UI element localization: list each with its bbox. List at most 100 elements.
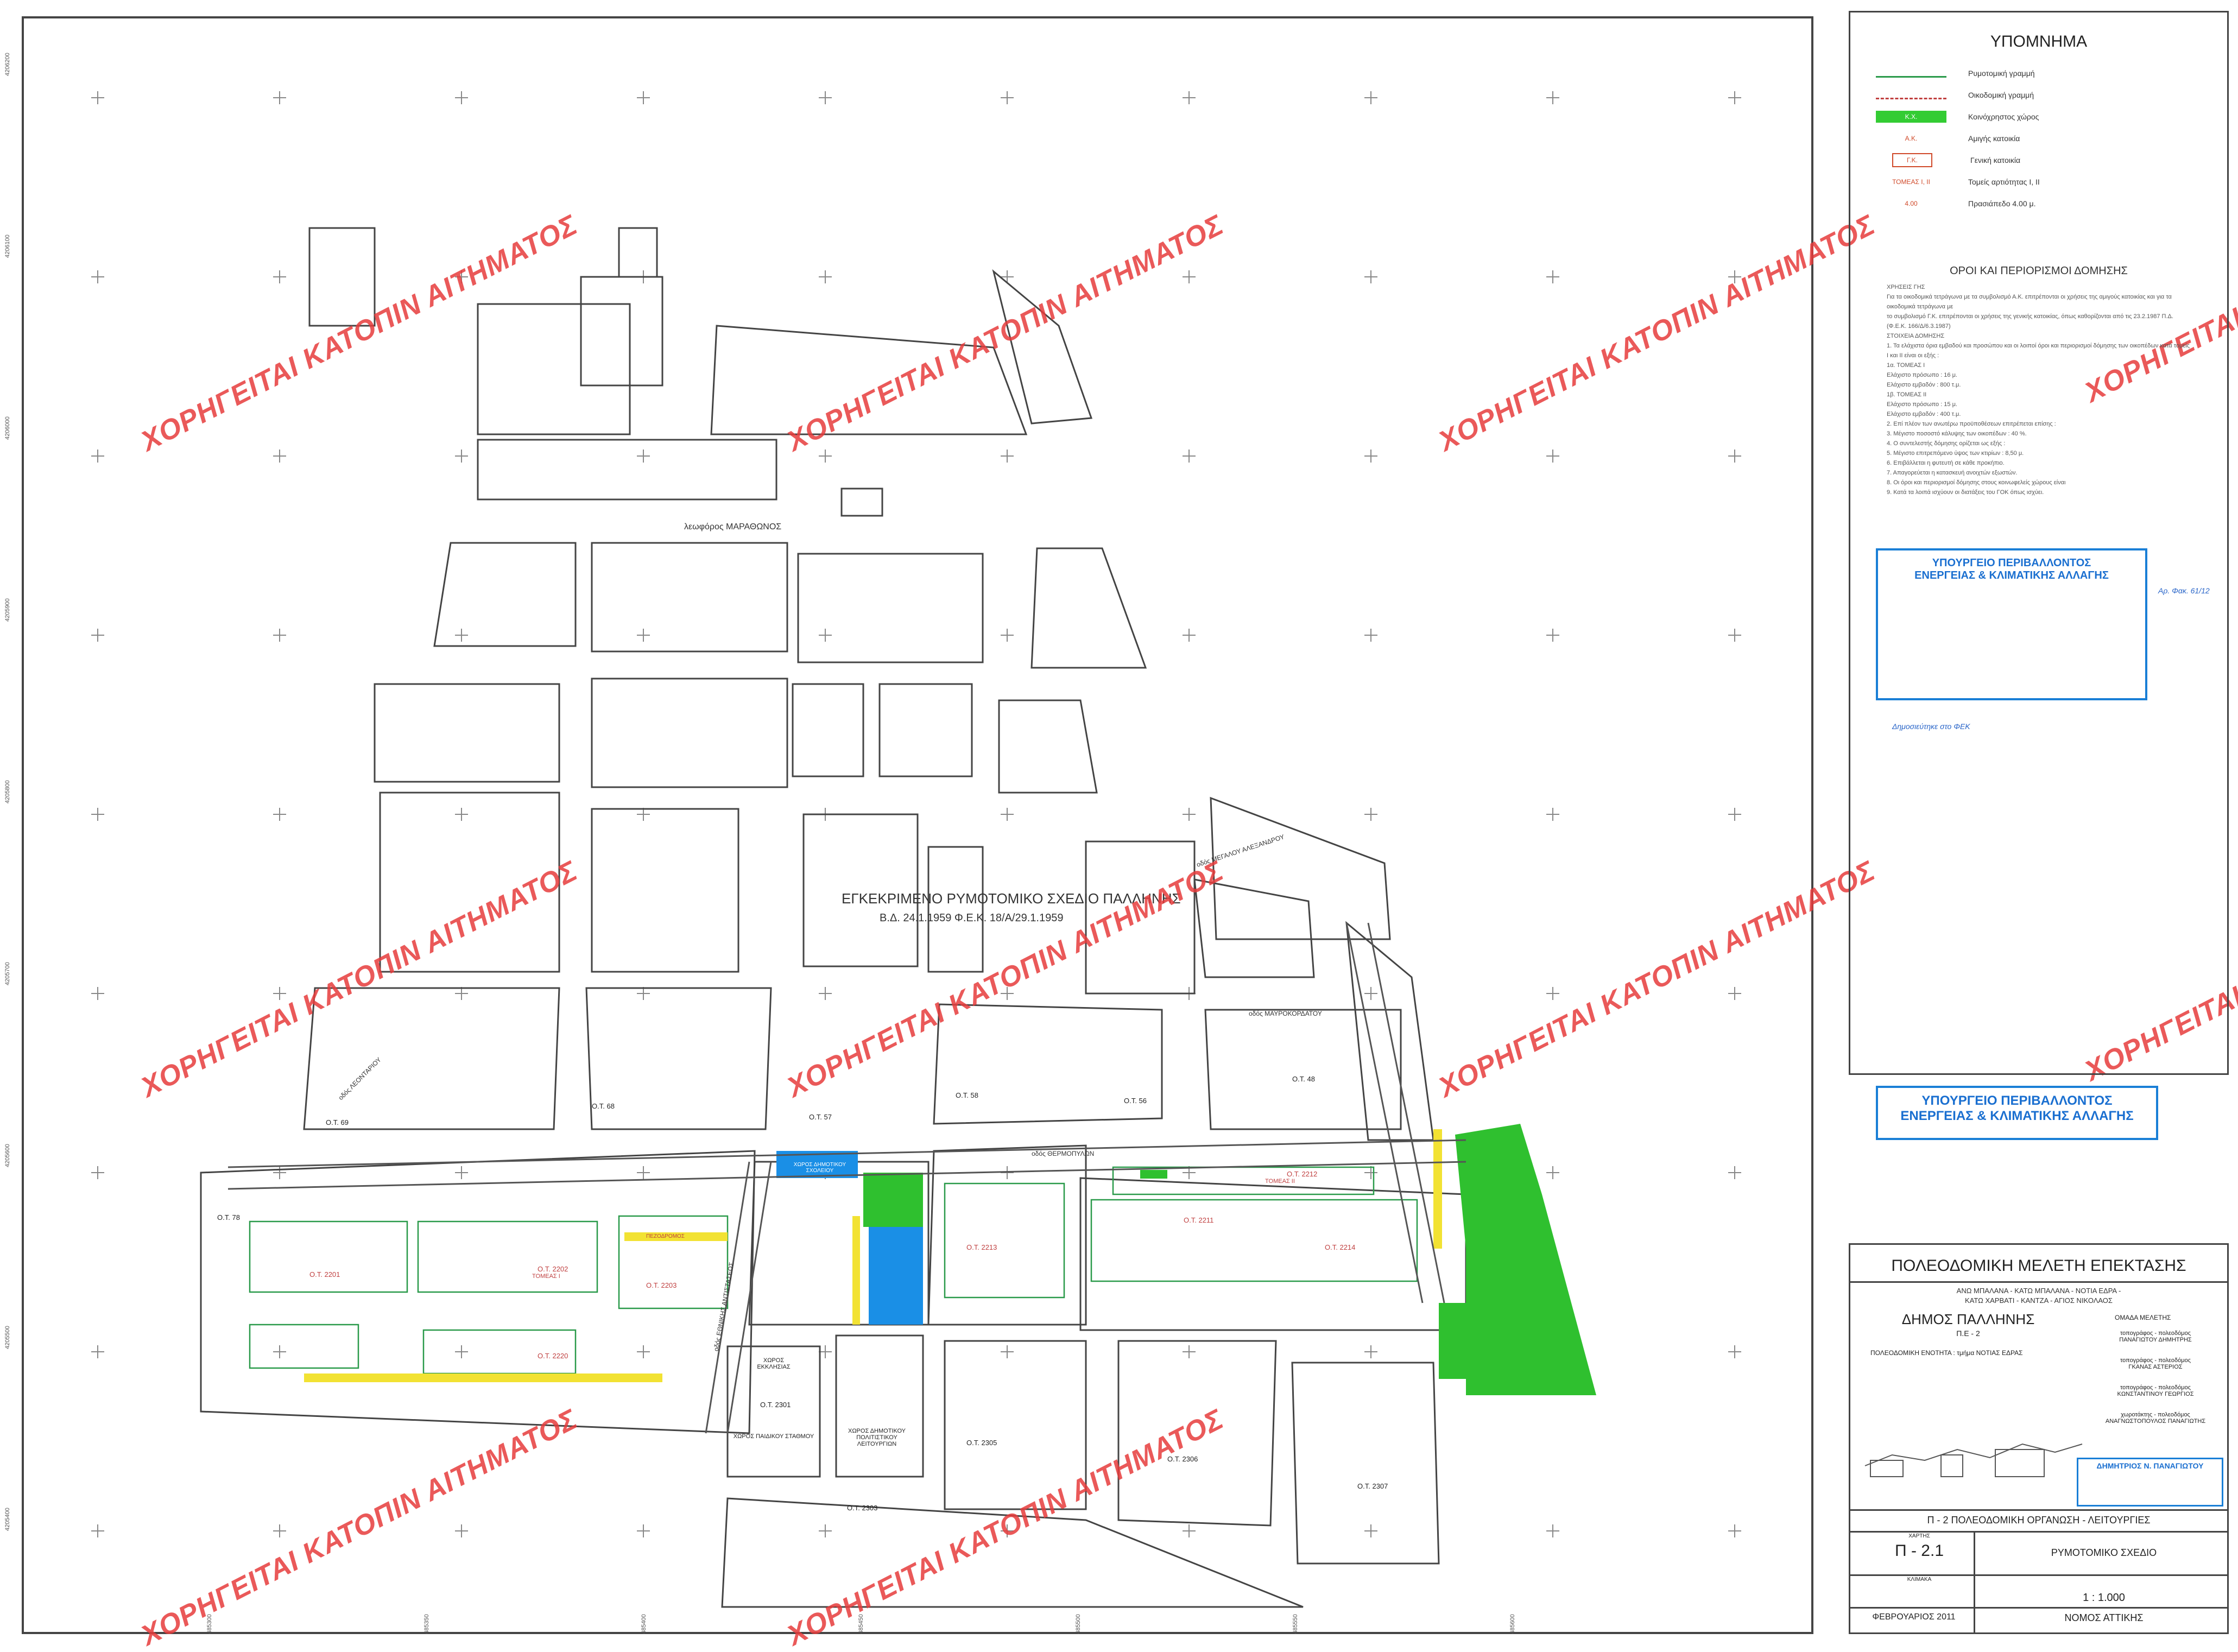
terms-line: Ελάχιστο εμβαδόν : 800 τ.μ. [1887, 382, 1961, 388]
legend-label: Οικοδομική γραμμή [1968, 91, 2034, 99]
legend-item: Γ.Κ. Γενική κατοικία [1876, 152, 2020, 168]
team-member: χωροτάκτης - πολεοδόμος ΑΝΑΓΝΩΣΤΟΠΟΥΛΟΣ Π… [2088, 1412, 2223, 1425]
legend-label: Κοινόχρηστος χώρος [1968, 112, 2039, 121]
divider [1849, 1509, 2229, 1511]
divider [1849, 1531, 2229, 1533]
team-name: ΠΑΝΑΓΙΩΤΟΥ ΔΗΜΗΤΡΗΣ [2119, 1337, 2192, 1343]
pedestrian-label: ΠΕΖΟΔΡΟΜΟΣ [646, 1233, 685, 1239]
urban-unit: ΠΟΛΕΟΔΟΜΙΚΗ ΕΝΟΤΗΤΑ : τμήμα ΝΟΤΙΑΣ ΕΔΡΑΣ [1870, 1349, 2023, 1357]
coordinate-label: 4205600 [4, 1144, 11, 1167]
coordinate-label: 485400 [641, 1614, 647, 1634]
fek-note: Δημοσιεύτηκε στο ΦΕΚ [1892, 722, 1970, 731]
block-label: Ο.Τ. 2307 [1357, 1482, 1388, 1490]
coordinate-label: 485500 [1075, 1614, 1082, 1634]
avenue-label: λεωφόρος ΜΑΡΑΘΩΝΟΣ [684, 522, 782, 531]
terms-text: ΧΡΗΣΕΙΣ ΓΗΣ Για τα οικοδομικά τετράγωνα μ… [1887, 282, 2191, 497]
team-name: ΑΝΑΓΝΩΣΤΟΠΟΥΛΟΣ ΠΑΝΑΓΙΩΤΗΣ [2105, 1418, 2206, 1425]
block-label: Ο.Τ. 68 [592, 1102, 615, 1110]
side-panel: ΥΠΟΜΝΗΜΑ Ρυμοτομική γραμμή Οικοδομική γρα… [1849, 11, 2229, 1634]
terms-title: ΟΡΟΙ ΚΑΙ ΠΕΡΙΟΡΙΣΜΟΙ ΔΟΜΗΣΗΣ [1950, 265, 2128, 277]
place-label: ΧΩΡΟΣ ΕΚΚΛΗΣΙΑΣ [757, 1357, 791, 1370]
terms-line: 6. Επιβάλλεται η φυτευτή σε κάθε προκήπι… [1887, 460, 2005, 466]
stamp-ministry: ΥΠΟΥΡΓΕΙΟ ΠΕΡΙΒΑΛΛΟΝΤΟΣ [1921, 1093, 2113, 1108]
legend-label: Αμιγής κατοικία [1968, 134, 2020, 143]
legend-label: Τομείς αρτιότητας I, II [1968, 178, 2040, 186]
block-label: Ο.Τ. 2212 [1287, 1170, 1318, 1178]
team-role: τοπογράφος - πολεοδόμος [2120, 1384, 2191, 1391]
place-label: ΧΩΡΟΣ ΔΗΜΟΤΙΚΟΥ ΣΧΟΛΕΙΟΥ [793, 1162, 846, 1174]
engineer-stamp: ΔΗΜΗΤΡΙΟΣ Ν. ΠΑΝΑΓΙΩΤΟΥ [2077, 1458, 2223, 1507]
terms-line: το συμβολισμό Γ.Κ. επιτρέπονται οι χρήσε… [1887, 313, 2173, 330]
terms-line: ΧΡΗΣΕΙΣ ΓΗΣ [1887, 284, 1925, 290]
green-area-west [863, 1173, 923, 1227]
place-label: ΧΩΡΟΣ ΠΑΙΔΙΚΟΥ ΣΤΑΘΜΟΥ [733, 1433, 814, 1440]
zone-label: ΤΟΜΕΑΣ I [532, 1273, 560, 1280]
green-area-corner [1439, 1303, 1466, 1379]
legend-label: Πρασιάπεδο 4.00 μ. [1968, 199, 2036, 208]
divider [1849, 1607, 2229, 1609]
street-label: οδός ΜΑΥΡΟΚΟΡΔΑΤΟΥ [1249, 1010, 1322, 1017]
area-line-1: ΑΝΩ ΜΠΑΛΑΝΑ - ΚΑΤΩ ΜΠΑΛΑΝΑ - ΝΟΤΙΑ ΕΔΡΑ … [1956, 1287, 2121, 1295]
legend-symbol: ΤΟΜΕΑΣ I, II [1892, 178, 1930, 186]
team-role: τοπογράφος - πολεοδόμος [2120, 1330, 2191, 1337]
divider [1849, 1281, 2229, 1283]
map-no-label: ΧΑΡΤΗΣ [1908, 1533, 1930, 1539]
legend-box [1849, 11, 2229, 1075]
legend-item: Α.Κ. Αμιγής κατοικία [1876, 130, 2020, 147]
map-sheet: ΕΓΚΕΚΡΙΜΕΝΟ ΡΥΜΟΤΟΜΙΚΟ ΣΧΕΔΙΟ ΠΑΛΛΗΝΗΣ Β… [0, 0, 2238, 1652]
block-label: Ο.Τ. 2211 [1184, 1216, 1214, 1224]
special-areas [304, 1124, 1596, 1395]
map-drawing [91, 91, 1741, 1608]
coordinate-label: 4205400 [4, 1508, 11, 1531]
coordinate-label: 485550 [1292, 1614, 1299, 1634]
block-label: Ο.Τ. 2213 [966, 1243, 997, 1251]
legend-item: Ρυμοτομική γραμμή [1876, 65, 2035, 81]
block-label: Ο.Τ. 56 [1124, 1097, 1147, 1105]
legend-symbol: Γ.Κ. [1892, 153, 1932, 167]
terms-line: Ελάχιστο πρόσωπο : 16 μ. [1887, 372, 1957, 378]
legend-item: Κ.Χ. Κοινόχρηστος χώρος [1876, 109, 2039, 125]
map-title: ΡΥΜΟΤΟΜΙΚΟ ΣΧΕΔΙΟ [2051, 1547, 2157, 1558]
building-lines [249, 1166, 1418, 1375]
team-member: τοπογράφος - πολεοδόμος ΓΚΑΝΑΣ ΑΣΤΕΡΙΟΣ [2088, 1357, 2223, 1370]
green-strip [1140, 1170, 1167, 1179]
legend-symbol [1876, 91, 1946, 99]
team-name: ΓΚΑΝΑΣ ΑΣΤΕΡΙΟΣ [2128, 1364, 2183, 1370]
terms-line: Για τα οικοδομικά τετράγωνα με τα συμβολ… [1887, 294, 2172, 310]
building-terms: ΟΡΟΙ ΚΑΙ ΠΕΡΙΟΡΙΣΜΟΙ ΔΟΜΗΣΗΣ ΧΡΗΣΕΙΣ ΓΗΣ… [1887, 265, 2191, 497]
prefecture: ΝΟΜΟΣ ΑΤΤΙΚΗΣ [2064, 1612, 2144, 1623]
divider [1974, 1531, 1975, 1634]
team-role: χωροτάκτης - πολεοδόμος [2121, 1412, 2190, 1418]
date: ΦΕΒΡΟΥΑΡΙΟΣ 2011 [1872, 1612, 1956, 1622]
team-title: ΟΜΑΔΑ ΜΕΛΕΤΗΣ [2115, 1314, 2171, 1321]
scale: 1 : 1.000 [2083, 1592, 2125, 1604]
legend-label: Γενική κατοικία [1970, 156, 2021, 164]
ministry-stamp: ΥΠΟΥΡΓΕΙΟ ΠΕΡΙΒΑΛΛΟΝΤΟΣ ΕΝΕΡΓΕΙΑΣ & ΚΛΙΜ… [1876, 1086, 2158, 1140]
project-title: ΠΟΛΕΟΔΟΜΙΚΗ ΜΕΛΕΤΗ ΕΠΕΚΤΑΣΗΣ [1891, 1257, 2186, 1275]
yellow-strip-3 [852, 1216, 860, 1325]
legend-item: 4.00 Πρασιάπεδο 4.00 μ. [1876, 195, 2035, 212]
approval-stamp: ΥΠΟΥΡΓΕΙΟ ΠΕΡΙΒΑΛΛΟΝΤΟΣ ΕΝΕΡΓΕΙΑΣ & ΚΛΙΜ… [1876, 548, 2147, 700]
municipality: ΔΗΜΟΣ ΠΑΛΛΗΝΗΣ [1901, 1311, 2035, 1327]
coordinate-label: 4205700 [4, 962, 11, 985]
block-label: Ο.Τ. 2214 [1325, 1243, 1356, 1251]
team-role: τοπογράφος - πολεοδόμος [2120, 1357, 2191, 1364]
terms-line: 1. Τα ελάχιστα όρια εμβαδού και προσώπου… [1887, 343, 2190, 359]
location-sketch [1864, 1443, 2083, 1477]
divider [1849, 1574, 2229, 1576]
coordinate-label: 4205900 [4, 598, 11, 622]
legend-item: Οικοδομική γραμμή [1876, 87, 2034, 103]
terms-line: 8. Οι όροι και περιορισμοί δόμησης στους… [1887, 479, 2066, 486]
blue-area-kindergarten [869, 1227, 923, 1325]
coordinate-label: 485350 [423, 1614, 430, 1634]
coordinate-label: 4205500 [4, 1326, 11, 1349]
coordinate-label: 4206000 [4, 416, 11, 440]
terms-line: 7. Απαγορεύεται η κατασκευή ανοιχτών εξω… [1887, 470, 2018, 476]
block-label: Ο.Τ. 2202 [538, 1265, 568, 1273]
terms-line: 4. Ο συντελεστής δόμησης ορίζεται ως εξή… [1887, 440, 2006, 447]
coordinate-label: 485600 [1509, 1614, 1516, 1634]
block-label: Ο.Τ. 57 [809, 1113, 832, 1121]
legend-item: ΤΟΜΕΑΣ I, II Τομείς αρτιότητας I, II [1876, 174, 2040, 190]
terms-line: 9. Κατά τα λοιπά ισχύουν οι διατάξεις το… [1887, 489, 2044, 496]
block-label: Ο.Τ. 2301 [760, 1401, 791, 1409]
